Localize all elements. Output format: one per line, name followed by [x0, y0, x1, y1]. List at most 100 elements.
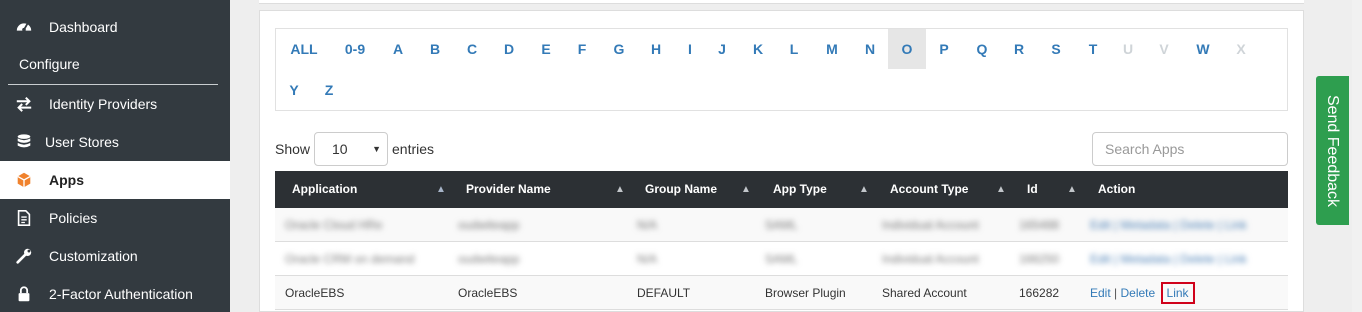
letter-filter-o[interactable]: O: [888, 29, 926, 69]
cell-actions[interactable]: Edit | Metadata | Delete | Link: [1090, 242, 1247, 276]
letter-filter-r[interactable]: R: [1006, 29, 1032, 69]
edit-link[interactable]: Edit: [1090, 286, 1111, 300]
sidebar-item-identity-providers[interactable]: Identity Providers: [0, 85, 230, 123]
entries-per-page-select[interactable]: 10 ▼: [314, 132, 388, 166]
letter-filter-a[interactable]: A: [386, 29, 410, 69]
sidebar-item-label: Dashboard: [49, 19, 118, 35]
sidebar-item-customization[interactable]: Customization: [0, 237, 230, 275]
letter-filter-k[interactable]: K: [746, 29, 770, 69]
caret-down-icon: ▼: [372, 144, 381, 154]
cell-group-name: N/A: [637, 218, 658, 232]
sidebar-item-apps[interactable]: Apps: [0, 161, 230, 199]
column-header-account-type[interactable]: Account Type: [890, 171, 968, 208]
table-row-oracleebs: OracleEBS OracleEBS DEFAULT Browser Plug…: [275, 276, 1288, 310]
sidebar-item-label: User Stores: [45, 134, 119, 150]
sidebar-item-policies[interactable]: Policies: [0, 199, 230, 237]
arrows-exchange-icon: [15, 95, 33, 113]
letter-filter-s[interactable]: S: [1043, 29, 1069, 69]
letter-filter-n[interactable]: N: [857, 29, 883, 69]
letter-filter-p[interactable]: P: [932, 29, 956, 69]
sort-asc-icon[interactable]: ▲: [436, 171, 446, 208]
cell-application: Oracle CRM on demand: [285, 252, 415, 266]
sort-both-icon[interactable]: ▲: [996, 171, 1006, 208]
apps-table-header: Application ▲ Provider Name ▲︎ Group Nam…: [275, 171, 1288, 208]
column-header-application[interactable]: Application: [292, 171, 357, 208]
cell-application: Oracle Cloud HRe: [285, 218, 383, 232]
cell-app-type: Browser Plugin: [765, 286, 846, 300]
letter-filter-j[interactable]: J: [710, 29, 734, 69]
letter-filter-q[interactable]: Q: [969, 29, 995, 69]
letter-filter-e[interactable]: E: [534, 29, 558, 69]
cell-id: 166282: [1019, 286, 1060, 300]
cell-provider-name: oudwiteapp: [458, 218, 520, 232]
search-apps-input[interactable]: [1092, 132, 1288, 166]
letter-filter-c[interactable]: C: [460, 29, 484, 69]
sort-both-icon[interactable]: ▲: [741, 171, 751, 208]
page-scrollbar[interactable]: [1352, 0, 1362, 312]
letter-filter-x: X: [1236, 41, 1246, 57]
cell-account-type: Shared Account: [882, 286, 967, 300]
cell-id: 165488: [1019, 218, 1060, 232]
sidebar-item-dashboard[interactable]: Dashboard: [0, 8, 230, 46]
cell-account-type: Individual Account: [882, 252, 979, 266]
letter-filter-b[interactable]: B: [423, 29, 447, 69]
cell-group-name: DEFAULT: [637, 286, 691, 300]
sort-both-icon[interactable]: ▲: [859, 171, 869, 208]
sidebar-section-configure: Configure: [19, 56, 80, 72]
sidebar-item-user-stores[interactable]: User Stores: [0, 123, 230, 161]
letter-filter-w[interactable]: W: [1188, 29, 1218, 69]
cell-id: 166250: [1019, 252, 1060, 266]
wrench-icon: [15, 247, 33, 265]
letter-filter-z[interactable]: Z: [317, 70, 341, 110]
letter-filter-0-9[interactable]: 0-9: [333, 29, 377, 69]
cell-account-type: Individual Account: [882, 218, 979, 232]
cell-provider-name: oudwiteapp: [458, 252, 520, 266]
sidebar-item-2fa[interactable]: 2-Factor Authentication: [0, 275, 230, 312]
link-link[interactable]: Link: [1160, 282, 1195, 304]
column-header-app-type[interactable]: App Type: [773, 171, 827, 208]
sidebar-item-label: Apps: [49, 172, 84, 188]
show-label: Show: [275, 141, 311, 157]
cell-group-name: N/A: [637, 252, 658, 266]
cell-app-type: SAML: [765, 252, 798, 266]
letter-filter-i[interactable]: I: [678, 29, 702, 69]
letter-filter-v: V: [1159, 41, 1169, 57]
sidebar-item-label: Customization: [49, 248, 138, 264]
previous-panel-edge: [259, 0, 1304, 4]
sidebar-item-label: 2-Factor Authentication: [49, 286, 193, 302]
delete-link[interactable]: Delete: [1121, 286, 1156, 300]
send-feedback-button[interactable]: Send Feedback: [1316, 76, 1349, 225]
cell-actions[interactable]: Edit | Metadata | Delete | Link: [1090, 208, 1247, 242]
cell-app-type: SAML: [765, 218, 798, 232]
letter-filter-h[interactable]: H: [644, 29, 668, 69]
cube-icon: [15, 171, 33, 189]
column-header-group-name[interactable]: Group Name: [645, 171, 717, 208]
cell-application: OracleEBS: [285, 286, 345, 300]
column-header-provider-name[interactable]: Provider Name: [466, 171, 551, 208]
column-header-action: Action: [1098, 182, 1136, 196]
table-row: Oracle CRM on demand oudwiteapp N/A SAML…: [275, 242, 1288, 276]
column-header-id[interactable]: Id: [1027, 171, 1038, 208]
sort-both-icon[interactable]: ▲: [1067, 171, 1077, 208]
sort-both-icon[interactable]: ▲︎: [615, 171, 625, 208]
letter-filter-m[interactable]: M: [819, 29, 845, 69]
sidebar: Dashboard Configure Identity Providers U…: [0, 0, 230, 312]
table-row: Oracle Cloud HRe oudwiteapp N/A SAML Ind…: [275, 208, 1288, 242]
speedometer-icon: [15, 18, 33, 36]
document-icon: [15, 209, 33, 227]
letter-filter-d[interactable]: D: [497, 29, 521, 69]
letter-filter-g[interactable]: G: [607, 29, 631, 69]
letter-filter-l[interactable]: L: [782, 29, 806, 69]
send-feedback-label: Send Feedback: [1324, 94, 1342, 207]
lock-icon: [15, 285, 33, 303]
letter-filter-t[interactable]: T: [1080, 29, 1106, 69]
letter-filter-y[interactable]: Y: [282, 70, 306, 110]
entries-label: entries: [392, 141, 435, 157]
database-icon: [15, 133, 33, 151]
letter-filter-all[interactable]: ALL: [281, 29, 327, 69]
entries-select-value: 10: [332, 141, 348, 157]
action-separator: |: [1114, 286, 1118, 300]
cell-provider-name: OracleEBS: [458, 286, 518, 300]
sidebar-item-label: Identity Providers: [49, 96, 158, 112]
letter-filter-f[interactable]: F: [570, 29, 594, 69]
